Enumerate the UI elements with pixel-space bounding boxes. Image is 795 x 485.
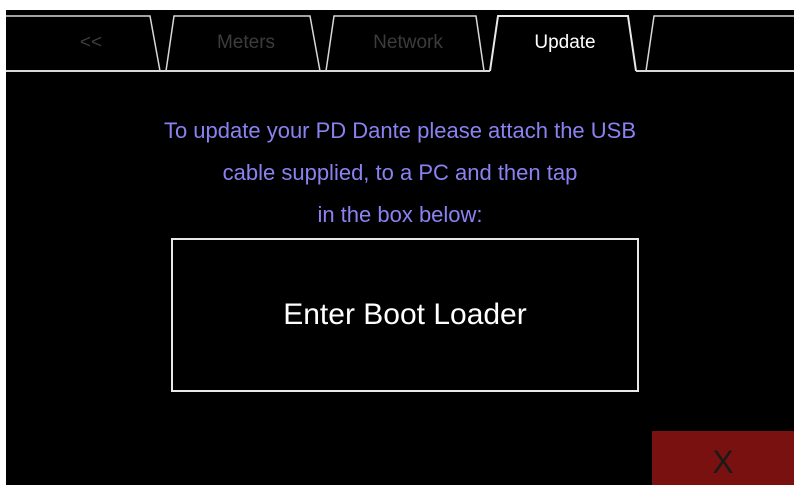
enter-boot-loader-button[interactable]: Enter Boot Loader [171,238,639,392]
update-instructions: To update your PD Dante please attach th… [6,110,794,236]
instruction-line-1: To update your PD Dante please attach th… [163,118,637,143]
close-button[interactable]: X [652,431,794,485]
tab-back[interactable]: << [26,28,156,58]
instruction-line-3: in the box below: [317,202,483,227]
update-screen: << Meters Network Update To update your … [6,10,794,485]
instruction-line-2: cable supplied, to a PC and then tap [222,160,578,185]
tab-network[interactable]: Network [338,28,478,58]
close-icon: X [712,444,734,480]
tab-meters[interactable]: Meters [178,28,314,58]
enter-boot-loader-label: Enter Boot Loader [283,298,527,331]
tab-blank[interactable] [656,28,790,58]
tab-update[interactable]: Update [500,28,630,58]
